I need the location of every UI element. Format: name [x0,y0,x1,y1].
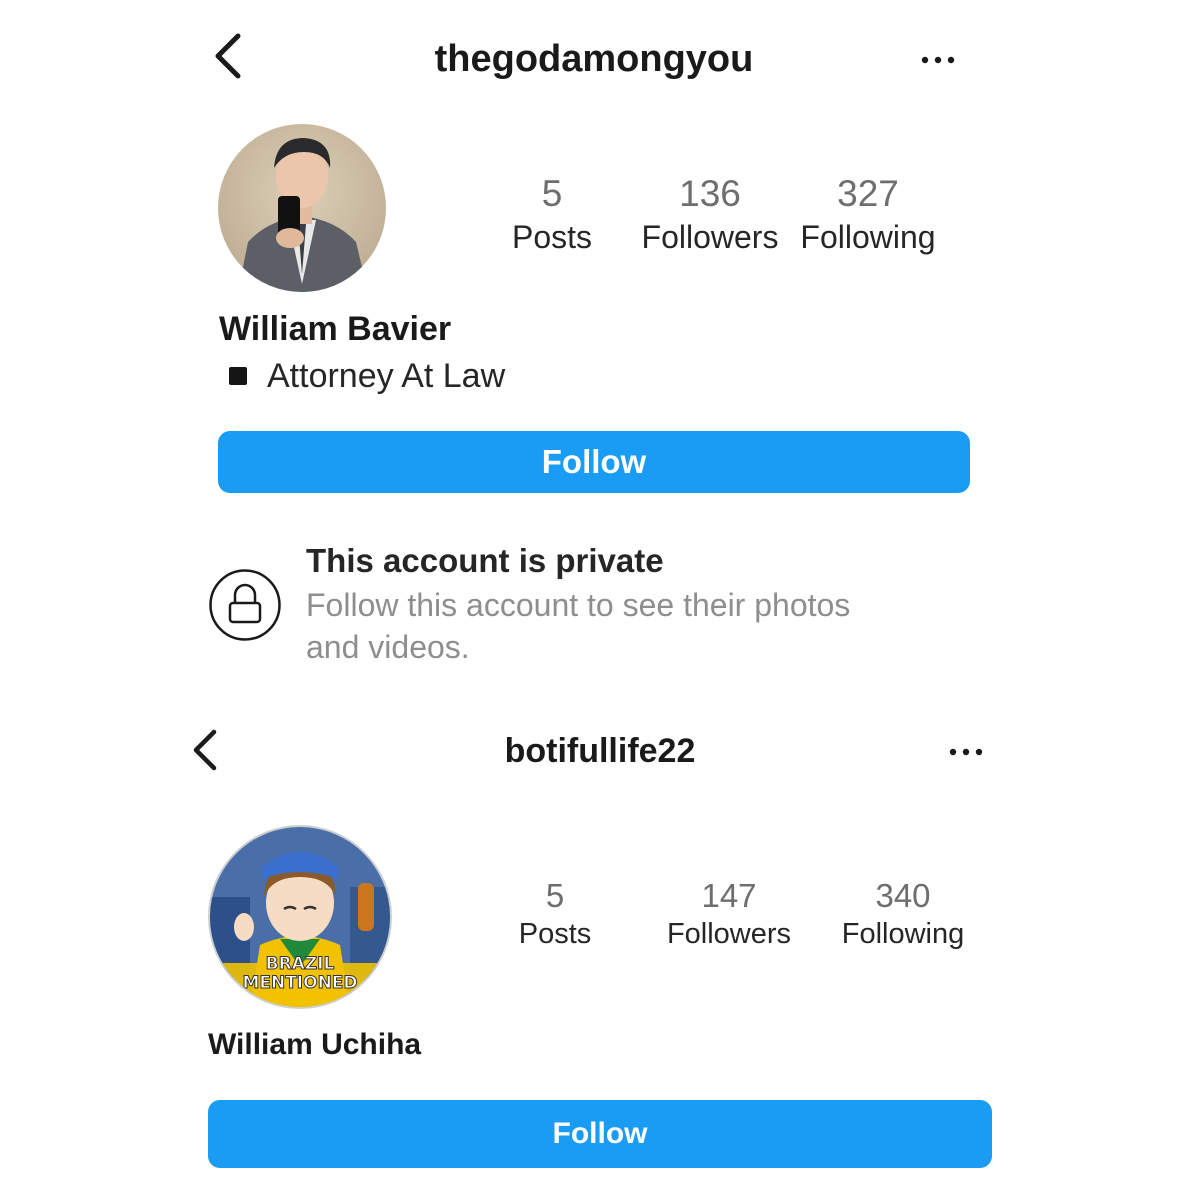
avatar-photo [218,124,386,292]
lock-icon-circle [208,568,282,642]
back-button-2[interactable] [186,726,222,774]
display-name-2: William Uchiha [208,1028,422,1061]
stat-label: Posts [518,918,592,950]
stat-value: 5 [545,877,565,914]
display-name: William Bavier [219,310,452,348]
follow-button[interactable]: Follow [218,431,970,493]
stat-followers[interactable]: 136 Followers [630,172,790,258]
stat-label: Following [841,918,965,950]
stat-following[interactable]: 327 Following [792,172,944,258]
stat-posts[interactable]: 5 Posts [492,172,612,258]
more-horizontal-icon [921,56,955,64]
stat-label: Followers [641,219,779,255]
stat-label: Posts [511,219,593,255]
profile-avatar-2[interactable]: BRAZIL MENTIONED [208,825,392,1009]
more-options-button-2[interactable] [946,741,986,763]
more-horizontal-icon [949,748,983,756]
stat-value: 340 [875,877,931,914]
more-options-button[interactable] [918,48,958,72]
avatar-caption-line2: MENTIONED [242,973,358,993]
stat-posts-2[interactable]: 5 Posts [500,876,610,952]
profile-avatar[interactable] [218,124,386,292]
black-square-icon [229,367,247,385]
stat-value: 147 [701,877,757,914]
chevron-left-icon [193,729,217,771]
private-description-line2: and videos. [306,629,470,665]
private-title: This account is private [306,542,664,579]
private-description-line1: Follow this account to see their photos [306,587,851,623]
profile-username-2: botifullife22 [504,732,696,770]
stat-followers-2[interactable]: 147 Followers [654,876,804,952]
stat-value: 5 [541,173,563,214]
stat-following-2[interactable]: 340 Following [828,876,978,952]
bio-text: Attorney At Law [267,356,506,395]
stat-value: 136 [679,173,741,214]
chevron-left-icon [215,33,241,79]
stat-label: Following [800,219,936,255]
follow-button-2[interactable]: Follow [208,1100,992,1168]
avatar-caption: BRAZIL MENTIONED [210,954,390,993]
avatar-caption-line1: BRAZIL [265,954,335,974]
stat-label: Followers [666,918,792,950]
stat-value: 327 [837,173,899,214]
bio: Attorney At Law [229,354,505,398]
back-button[interactable] [206,30,246,82]
profile-username: thegodamongyou [434,38,754,80]
lock-icon [209,569,281,641]
